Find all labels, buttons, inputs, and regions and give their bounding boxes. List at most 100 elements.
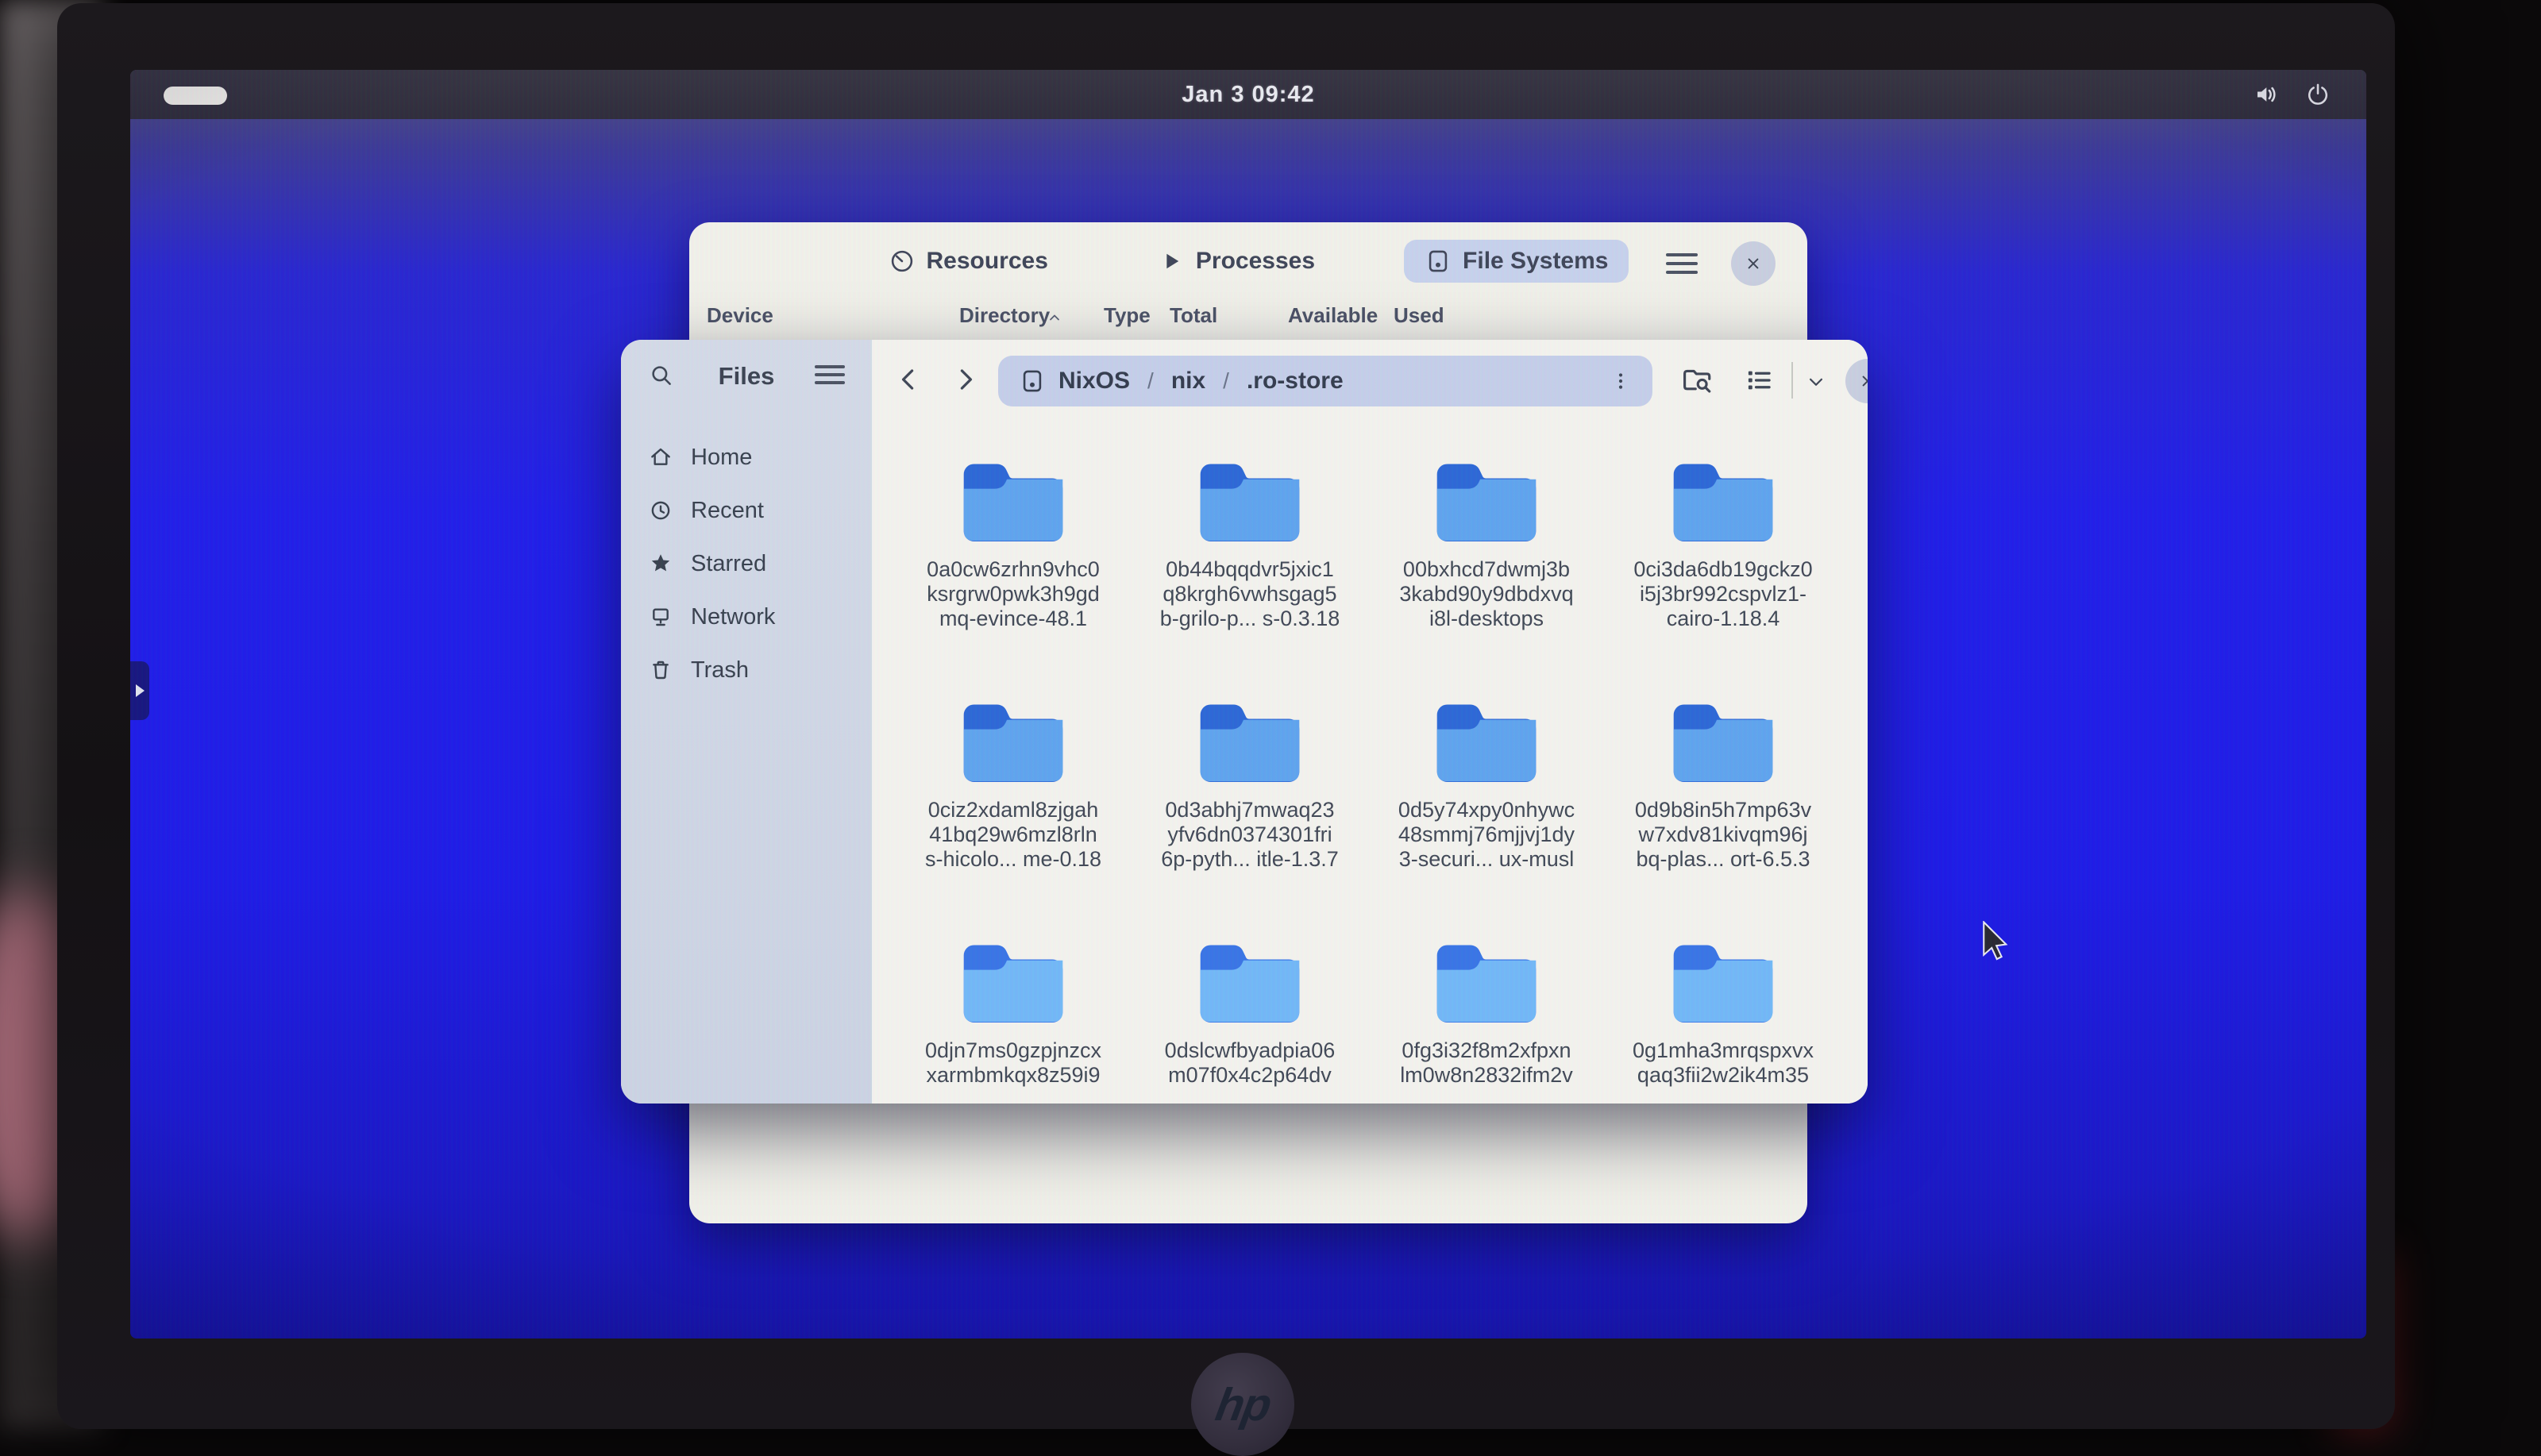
speaker-icon[interactable] [2254,81,2281,108]
folder-name: 00bxhcd7dwmj3b 3kabd90y9dbdxvq i8l-deskt… [1399,557,1573,631]
sidebar-item-starred[interactable]: Starred [632,540,861,587]
folder-item[interactable]: 0a0cw6zrhn9vhc0 ksrgrw0pwk3h9gd mq-evinc… [895,459,1132,699]
files-header-bar: NixOS / nix / .ro-store [872,340,1868,422]
path-segment-nix[interactable]: nix [1171,368,1205,395]
sidebar-item-network[interactable]: Network [632,593,861,641]
folder-icon [1668,940,1778,1032]
tab-file-systems[interactable]: File Systems [1404,240,1629,283]
column-directory[interactable]: Directory [959,303,1050,328]
star-icon [648,551,673,576]
folder-icon [958,699,1068,792]
path-device[interactable]: NixOS [1058,368,1130,395]
folder-icon [1432,940,1541,1032]
system-monitor-tabs: Resources Processes File Systems [689,235,1807,287]
close-icon [1857,371,1868,391]
folder-icon [1195,699,1305,792]
menu-icon[interactable] [1666,253,1698,274]
folder-grid-area: 0a0cw6zrhn9vhc0 ksrgrw0pwk3h9gd mq-evinc… [872,422,1868,1104]
folder-name: 0dslcwfbyadpia06 m07f0x4c2p64dv [1165,1038,1336,1088]
folder-item[interactable]: 0b44bqqdvr5jxic1 q8krgh6vwhsgag5 b-grilo… [1132,459,1368,699]
folder-item[interactable]: 0dslcwfbyadpia06 m07f0x4c2p64dv [1132,940,1368,1104]
sidebar-item-label: Network [691,604,775,630]
toolbar-divider [1791,362,1793,399]
sidebar-item-label: Starred [691,551,766,577]
list-view-icon[interactable] [1742,364,1776,397]
close-button[interactable] [1845,359,1868,403]
sidebar-item-trash[interactable]: Trash [632,646,861,694]
folder-item[interactable]: 0ci3da6db19gckz0 i5j3br992cspvlz1- cairo… [1605,459,1841,699]
system-monitor-controls [1666,241,1776,286]
clock-icon [648,498,673,523]
trash-icon [648,657,673,683]
path-separator: / [1147,368,1154,394]
clock[interactable]: Jan 3 09:42 [130,82,2366,108]
edge-panel-handle[interactable] [130,661,149,720]
network-icon [648,604,673,630]
forward-button[interactable] [948,362,983,397]
column-available[interactable]: Available [1288,303,1378,328]
files-main-pane: NixOS / nix / .ro-store [872,340,1868,1104]
file-systems-column-headers: Device Directory Type Total Available Us… [689,299,1807,333]
folder-search-icon[interactable] [1680,364,1714,397]
folder-icon [1432,459,1541,551]
folder-icon [1195,459,1305,551]
sidebar-item-label: Recent [691,498,764,524]
home-icon [648,445,673,470]
close-icon [1743,253,1764,274]
files-sidebar: Files Home Recent Starred Network [621,340,872,1104]
laptop-bezel: hp Jan 3 09:42 Resources Processes [57,3,2395,1429]
drive-icon [1019,368,1046,395]
path-separator: / [1223,368,1229,394]
folder-name: 0d5y74xpy0nhywc 48smmj76mjjvj1dy 3-secur… [1398,798,1575,872]
folder-grid: 0a0cw6zrhn9vhc0 ksrgrw0pwk3h9gd mq-evinc… [895,459,1841,1104]
column-type[interactable]: Type [1104,303,1151,328]
folder-item[interactable]: 0ciz2xdaml8zjgah 41bq29w6mzl8rln s-hicol… [895,699,1132,940]
folder-item[interactable]: 00bxhcd7dwmj3b 3kabd90y9dbdxvq i8l-deskt… [1368,459,1605,699]
folder-item[interactable]: 0d5y74xpy0nhywc 48smmj76mjjvj1dy 3-secur… [1368,699,1605,940]
chevron-down-icon[interactable] [1803,370,1830,394]
arrow-right-icon [136,684,145,697]
folder-item[interactable]: 0fg3i32f8m2xfpxn lm0w8n2832ifm2v [1368,940,1605,1104]
folder-item[interactable]: 0g1mha3mrqspxvx qaq3fii2w2ik4m35 [1605,940,1841,1104]
path-segment-ro-store[interactable]: .ro-store [1247,368,1344,395]
folder-icon [1195,940,1305,1032]
files-sidebar-header: Files [621,340,872,411]
power-icon[interactable] [2304,81,2331,108]
column-used[interactable]: Used [1394,303,1444,328]
system-status-area[interactable] [2254,70,2331,119]
path-bar[interactable]: NixOS / nix / .ro-store [998,356,1652,406]
column-device[interactable]: Device [707,303,773,328]
column-total[interactable]: Total [1170,303,1217,328]
folder-item[interactable]: 0d3abhj7mwaq23 yfv6dn0374301fri 6p-pyth.… [1132,699,1368,940]
sidebar-item-label: Home [691,445,752,471]
folder-name: 0b44bqqdvr5jxic1 q8krgh6vwhsgag5 b-grilo… [1160,557,1340,631]
tab-resources[interactable]: Resources [868,240,1069,283]
tab-processes[interactable]: Processes [1137,240,1336,283]
hp-logo-text: hp [1212,1378,1274,1431]
sidebar-item-home[interactable]: Home [632,433,861,481]
tab-label: File Systems [1463,248,1608,275]
folder-item[interactable]: 0djn7ms0gzpjnzcx xarmbmkqx8z59i9 [895,940,1132,1104]
kebab-menu-icon[interactable] [1610,368,1632,395]
folder-name: 0ci3da6db19gckz0 i5j3br992cspvlz1- cairo… [1633,557,1812,631]
play-icon [1158,248,1185,275]
close-button[interactable] [1731,241,1776,286]
sidebar-item-recent[interactable]: Recent [632,487,861,534]
sidebar-item-label: Trash [691,657,749,684]
folder-name: 0fg3i32f8m2xfpxn lm0w8n2832ifm2v [1400,1038,1573,1088]
gauge-icon [889,248,916,275]
folder-icon [1668,459,1778,551]
sort-ascending-icon [1045,308,1064,327]
menu-icon[interactable] [815,365,845,384]
desktop-screen: Jan 3 09:42 Resources Processes File [130,70,2366,1339]
folder-icon [958,940,1068,1032]
folder-name: 0d9b8in5h7mp63v w7xdv81kivqm96j bq-plas.… [1635,798,1811,872]
folder-icon [1432,699,1541,792]
tab-label: Processes [1196,248,1315,275]
gnome-top-bar: Jan 3 09:42 [130,70,2366,119]
folder-name: 0d3abhj7mwaq23 yfv6dn0374301fri 6p-pyth.… [1161,798,1339,872]
back-button[interactable] [891,362,926,397]
folder-item[interactable]: 0d9b8in5h7mp63v w7xdv81kivqm96j bq-plas.… [1605,699,1841,940]
folder-name: 0djn7ms0gzpjnzcx xarmbmkqx8z59i9 [925,1038,1101,1088]
folder-icon [958,459,1068,551]
